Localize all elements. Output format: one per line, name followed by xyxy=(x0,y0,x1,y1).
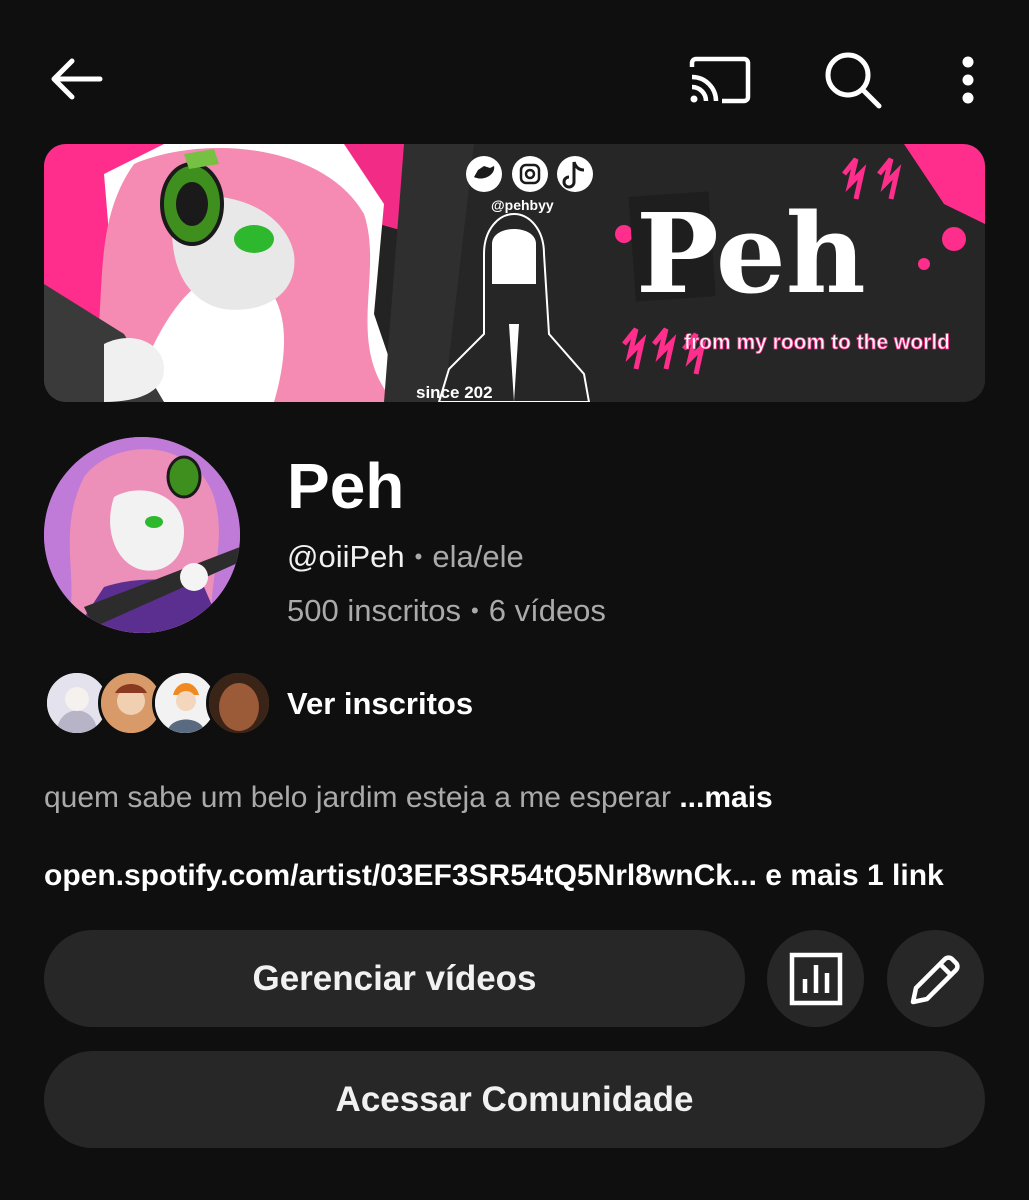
more-options-button[interactable] xyxy=(940,45,996,115)
community-label: Acessar Comunidade xyxy=(335,1079,694,1119)
analytics-button[interactable] xyxy=(767,930,864,1027)
manage-videos-label: Gerenciar vídeos xyxy=(252,958,537,998)
subscriber-avatar xyxy=(206,670,272,736)
banner-art: @pehbyy since 202 Peh from my room to th… xyxy=(44,144,985,402)
channel-banner: @pehbyy since 202 Peh from my room to th… xyxy=(44,144,985,402)
description-more-link[interactable]: ...mais xyxy=(679,781,772,814)
community-button[interactable]: Acessar Comunidade xyxy=(44,1051,985,1148)
channel-stats-row: 500 inscritos • 6 vídeos xyxy=(287,590,606,632)
search-icon xyxy=(825,52,882,109)
channel-name: Peh xyxy=(287,450,405,522)
banner-social-handle: @pehbyy xyxy=(491,197,554,213)
avatar-art xyxy=(44,437,240,633)
channel-page: @pehbyy since 202 Peh from my room to th… xyxy=(0,0,1029,1200)
analytics-icon xyxy=(789,952,842,1005)
top-app-bar xyxy=(0,0,1029,150)
manage-videos-button[interactable]: Gerenciar vídeos xyxy=(44,930,745,1027)
cast-button[interactable] xyxy=(680,45,760,115)
separator-dot: • xyxy=(414,544,423,569)
banner-logo: Peh xyxy=(636,189,866,318)
banner-since-text: since 202 xyxy=(416,383,493,402)
video-count: 6 vídeos xyxy=(488,593,606,628)
channel-links[interactable]: open.spotify.com/artist/03EF3SR54tQ5Nrl8… xyxy=(44,856,944,896)
more-vertical-icon xyxy=(962,56,974,104)
cast-icon xyxy=(689,56,751,104)
edit-channel-button[interactable] xyxy=(887,930,984,1027)
separator-dot: • xyxy=(471,598,479,623)
banner-tagline: from my room to the world xyxy=(684,331,950,354)
channel-avatar[interactable] xyxy=(44,437,240,633)
view-subscribers-row[interactable]: Ver inscritos xyxy=(44,668,544,740)
view-subscribers-label[interactable]: Ver inscritos xyxy=(287,686,473,722)
back-button[interactable] xyxy=(40,45,112,113)
arrow-left-icon xyxy=(51,58,103,100)
channel-pronouns: ela/ele xyxy=(432,539,524,574)
channel-description[interactable]: quem sabe um belo jardim esteja a me esp… xyxy=(44,778,773,818)
subscriber-count: 500 inscritos xyxy=(287,593,462,628)
channel-handle: @oiiPeh xyxy=(287,539,405,574)
channel-handle-row: @oiiPeh • ela/ele xyxy=(287,536,524,578)
description-text: quem sabe um belo jardim esteja a me esp… xyxy=(44,781,671,814)
pencil-icon xyxy=(910,954,960,1004)
search-button[interactable] xyxy=(812,42,894,118)
